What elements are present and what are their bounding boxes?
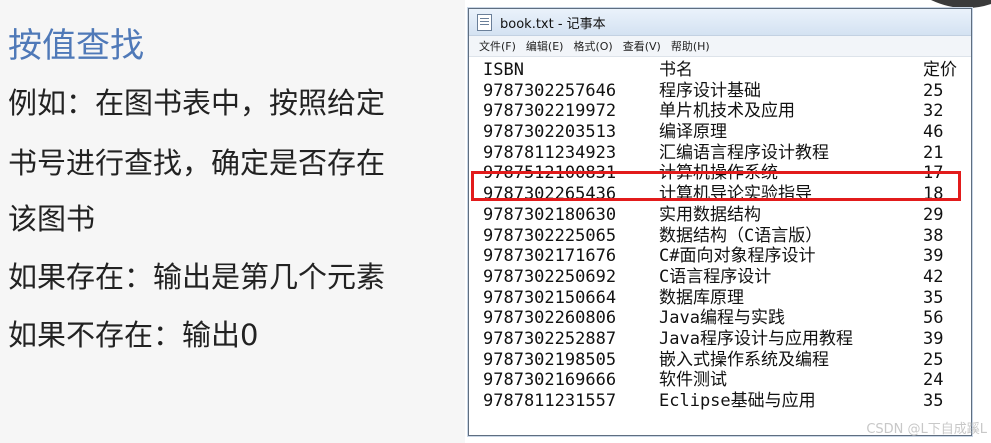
- header-isbn: ISBN: [483, 60, 524, 80]
- title-cell: 软件测试: [659, 370, 727, 391]
- menu-format[interactable]: 格式(O): [573, 38, 612, 54]
- window-title: book.txt - 记事本: [500, 16, 606, 32]
- book-row: 9787302250692 C语言程序设计 42: [483, 267, 971, 288]
- scrollbar[interactable]: [961, 56, 971, 435]
- title-cell: 计算机导论实验指导: [659, 184, 812, 205]
- header-name: 书名: [659, 60, 693, 80]
- notepad-icon: [477, 13, 492, 31]
- menubar: 文件(F) 编辑(E) 格式(O) 查看(V) 帮助(H): [469, 36, 971, 57]
- price-cell: 38: [923, 225, 944, 246]
- window-titlebar[interactable]: book.txt - 记事本: [469, 9, 971, 36]
- book-row: 9787302252887 Java程序设计与应用教程 39: [483, 329, 971, 350]
- book-row: 9787302219972 单片机技术及应用 32: [483, 101, 971, 122]
- isbn-cell: 9787302203513: [483, 122, 617, 143]
- book-row: 9787302203513 编译原理 46: [483, 122, 971, 143]
- isbn-cell: 9787302265436: [483, 184, 617, 205]
- isbn-cell: 9787302250692: [483, 266, 617, 287]
- slide-text-line: 例如：在图书表中，按照给定: [8, 86, 386, 120]
- price-cell: 35: [923, 391, 944, 411]
- book-row: 9787302260806 Java编程与实践 56: [483, 308, 971, 329]
- price-cell: 56: [923, 308, 944, 329]
- price-cell: 29: [923, 204, 944, 225]
- title-cell: C语言程序设计: [659, 266, 772, 287]
- slide-text-line: 该图书: [8, 202, 96, 236]
- book-row: 9787302198505 嵌入式操作系统及编程 25: [483, 350, 971, 371]
- title-cell: 嵌入式操作系统及编程: [659, 349, 829, 370]
- slide-title: 按值查找: [8, 26, 144, 66]
- price-cell: 24: [923, 370, 944, 391]
- slide-text-line: 书号进行查找，确定是否存在: [8, 146, 386, 180]
- price-cell: 42: [923, 266, 944, 287]
- header-price: 定价: [923, 60, 957, 80]
- isbn-cell: 9787302219972: [483, 101, 617, 122]
- book-row: 9787302169666 软件测试 24: [483, 370, 971, 391]
- menu-file[interactable]: 文件(F): [479, 38, 516, 54]
- isbn-cell: 9787302225065: [483, 225, 617, 246]
- isbn-cell: 9787302198505: [483, 349, 617, 370]
- isbn-cell: 9787302150664: [483, 287, 617, 308]
- book-row: 9787302225065 数据结构（C语言版） 38: [483, 226, 971, 247]
- title-cell: 程序设计基础: [659, 80, 761, 101]
- isbn-cell: 9787811234923: [483, 142, 617, 163]
- book-row: 9787811234923 汇编语言程序设计教程 21: [483, 143, 971, 164]
- title-cell: 实用数据结构: [659, 204, 761, 225]
- book-row: 9787302171676 C#面向对象程序设计 39: [483, 246, 971, 267]
- price-cell: 21: [923, 142, 944, 163]
- slide-text-line: 如果不存在：输出0: [8, 318, 259, 352]
- isbn-cell: 9787302180630: [483, 204, 617, 225]
- isbn-cell: 9787302252887: [483, 328, 617, 349]
- isbn-cell: 9787302169666: [483, 370, 617, 391]
- title-cell: 数据结构（C语言版）: [659, 225, 823, 246]
- book-row: 9787302257646 程序设计基础 25: [483, 81, 971, 102]
- book-row: 9787302150664 数据库原理 35: [483, 288, 971, 309]
- price-cell: 18: [923, 184, 944, 205]
- price-cell: 35: [923, 287, 944, 308]
- isbn-cell: 9787512100831: [483, 163, 617, 184]
- text-editor[interactable]: ISBN 书名 定价 9787302257646 程序设计基础 25 97873022…: [469, 57, 971, 412]
- slide-text-line: 如果存在：输出是第几个元素: [8, 260, 386, 294]
- notepad-window[interactable]: book.txt - 记事本 文件(F) 编辑(E) 格式(O) 查看(V) 帮…: [468, 8, 972, 436]
- title-cell: Java编程与实践: [659, 308, 785, 329]
- title-cell: 单片机技术及应用: [659, 101, 795, 122]
- price-cell: 25: [923, 80, 944, 101]
- price-cell: 17: [923, 163, 944, 184]
- menu-help[interactable]: 帮助(H): [671, 38, 710, 54]
- price-cell: 39: [923, 328, 944, 349]
- book-row: 9787811231557 Eclipse基础与应用 35: [483, 391, 971, 412]
- isbn-cell: 9787811231557: [483, 391, 617, 411]
- header-row: ISBN 书名 定价: [483, 60, 971, 81]
- title-cell: 汇编语言程序设计教程: [659, 142, 829, 163]
- title-cell: 数据库原理: [659, 287, 744, 308]
- title-cell: 编译原理: [659, 122, 727, 143]
- isbn-cell: 9787302260806: [483, 308, 617, 329]
- price-cell: 39: [923, 246, 944, 267]
- book-row: 9787302180630 实用数据结构 29: [483, 205, 971, 226]
- watermark: CSDN @L下自成蹊L: [866, 422, 987, 437]
- title-cell: Eclipse基础与应用: [659, 391, 816, 411]
- book-row: 9787512100831 计算机操作系统 17: [483, 163, 971, 184]
- isbn-cell: 9787302257646: [483, 80, 617, 101]
- menu-edit[interactable]: 编辑(E): [526, 38, 564, 54]
- price-cell: 32: [923, 101, 944, 122]
- slide-panel: 按值查找 例如：在图书表中，按照给定 书号进行查找，确定是否存在 该图书 如果存…: [0, 0, 465, 443]
- book-row: 9787302265436 计算机导论实验指导 18: [483, 184, 971, 205]
- isbn-cell: 9787302171676: [483, 246, 617, 267]
- price-cell: 46: [923, 122, 944, 143]
- title-cell: 计算机操作系统: [659, 163, 778, 184]
- title-cell: Java程序设计与应用教程: [659, 328, 853, 349]
- price-cell: 25: [923, 349, 944, 370]
- menu-view[interactable]: 查看(V): [623, 38, 661, 54]
- title-cell: C#面向对象程序设计: [659, 246, 816, 267]
